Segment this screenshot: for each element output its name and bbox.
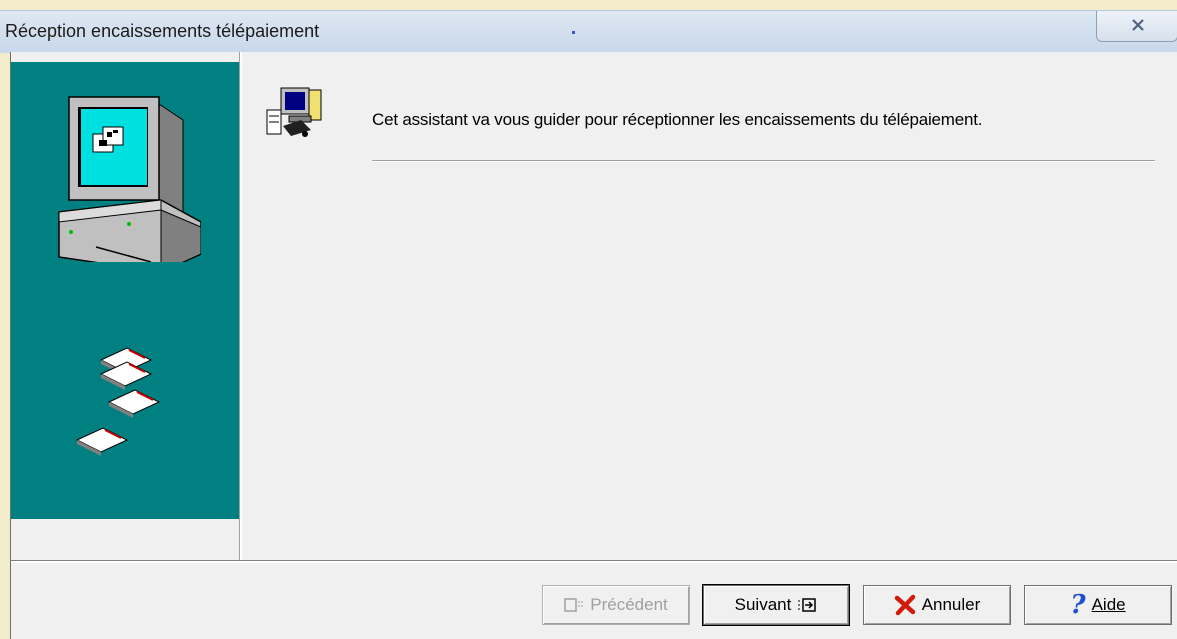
question-mark-icon: ? <box>1070 590 1086 620</box>
close-icon <box>1132 19 1144 31</box>
title-bar[interactable]: Réception encaissements télépaiement <box>0 10 1177 53</box>
side-panel <box>11 62 239 519</box>
floppy-disk-icon <box>75 347 161 456</box>
previous-label: Précédent <box>590 595 668 614</box>
cancel-label: Annuler <box>921 595 981 614</box>
close-button[interactable] <box>1096 11 1177 42</box>
red-x-icon <box>894 594 915 616</box>
next-label: Suivant <box>734 595 792 614</box>
side-panel-footer <box>11 519 239 559</box>
wizard-computer-icon <box>266 87 322 137</box>
intro-separator <box>372 160 1155 162</box>
next-button[interactable]: Suivant <box>703 585 849 625</box>
computer-icon <box>58 96 201 262</box>
previous-button[interactable]: Précédent <box>542 585 690 625</box>
window-title: Réception encaissements télépaiement <box>5 21 320 41</box>
title-dot <box>572 31 575 34</box>
cancel-button[interactable]: Annuler <box>863 585 1011 625</box>
wizard-window: Cet assistant va vous guider pour récept… <box>10 52 1177 639</box>
footer-separator <box>11 560 1177 563</box>
wizard-intro-text: Cet assistant va vous guider pour récept… <box>372 110 983 129</box>
help-label: Aide <box>1091 595 1126 614</box>
next-arrow-icon <box>798 598 817 612</box>
previous-arrow-icon <box>564 598 583 612</box>
help-button[interactable]: ? Aide <box>1024 585 1172 625</box>
